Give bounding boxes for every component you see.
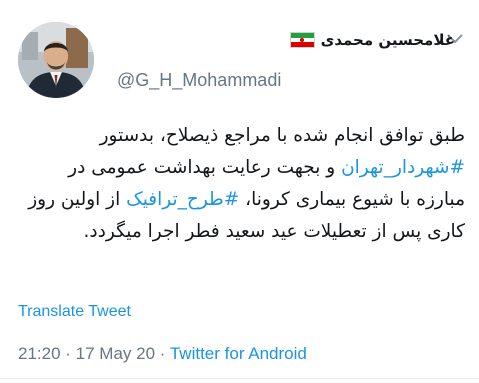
tweet-time: 21:20 (18, 344, 61, 363)
user-handle[interactable]: @G_H_Mohammadi (117, 70, 281, 91)
text-segment: طبق توافق انجام شده با مراجع ذیصلاح، بدس… (99, 125, 465, 146)
hashtag-link[interactable]: #شهردار_تهران (341, 157, 465, 178)
translate-tweet-link[interactable]: Translate Tweet (18, 303, 131, 321)
separator: · (60, 344, 76, 363)
tweet-date: 17 May 20 (75, 344, 156, 363)
tweet-card: غلامحسین محمدی @G_H_Mohammadi طبق توافق … (0, 0, 479, 383)
tweet-source-link[interactable]: Twitter for Android (170, 344, 307, 363)
separator: · (155, 344, 170, 363)
tweet-text: طبق توافق انجام شده با مراجع ذیصلاح، بدس… (16, 120, 465, 248)
iran-flag-icon (289, 32, 315, 48)
tweet-metadata: 21:20 · 17 May 20 · Twitter for Android (18, 344, 307, 364)
display-name[interactable]: غلامحسین محمدی (321, 31, 455, 49)
avatar[interactable] (18, 22, 94, 98)
hashtag-link[interactable]: #طرح_ترافیک (126, 189, 239, 210)
author-name-row[interactable]: غلامحسین محمدی (289, 25, 455, 55)
divider (0, 378, 479, 379)
